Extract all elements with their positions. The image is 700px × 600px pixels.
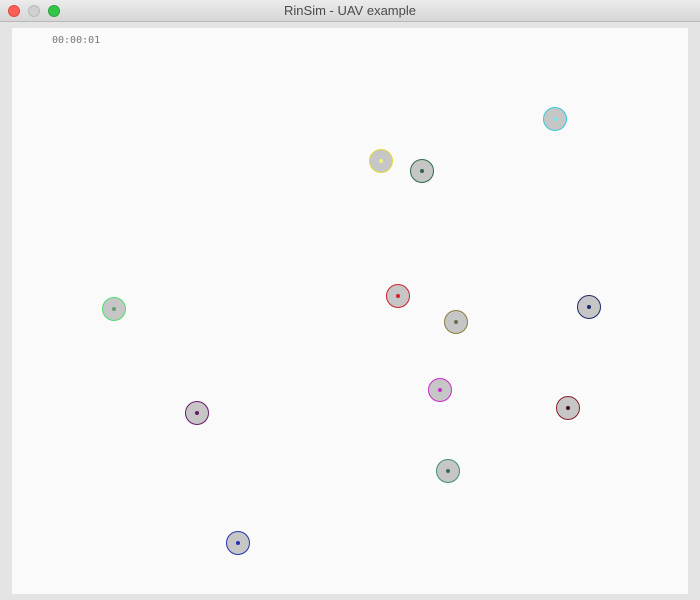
uav-marker[interactable] [556, 396, 580, 420]
uav-center-dot [112, 307, 116, 311]
uav-marker[interactable] [543, 107, 567, 131]
uav-marker[interactable] [410, 159, 434, 183]
uav-center-dot [379, 159, 383, 163]
uav-center-dot [396, 294, 400, 298]
uav-center-dot [446, 469, 450, 473]
window-title: RinSim - UAV example [284, 3, 416, 18]
uav-marker[interactable] [577, 295, 601, 319]
app-window: RinSim - UAV example 00:00:01 [0, 0, 700, 600]
uav-center-dot [587, 305, 591, 309]
uav-marker[interactable] [428, 378, 452, 402]
uav-marker[interactable] [369, 149, 393, 173]
uav-center-dot [195, 411, 199, 415]
uav-marker[interactable] [436, 459, 460, 483]
uav-marker[interactable] [185, 401, 209, 425]
uav-center-dot [438, 388, 442, 392]
simulation-canvas[interactable]: 00:00:01 [12, 28, 688, 594]
uav-center-dot [553, 117, 557, 121]
uav-marker[interactable] [226, 531, 250, 555]
uav-marker[interactable] [102, 297, 126, 321]
uav-marker[interactable] [386, 284, 410, 308]
uav-center-dot [454, 320, 458, 324]
uav-center-dot [420, 169, 424, 173]
uav-center-dot [566, 406, 570, 410]
simulation-clock: 00:00:01 [52, 35, 101, 46]
title-bar[interactable]: RinSim - UAV example [0, 0, 700, 22]
uav-marker[interactable] [444, 310, 468, 334]
uav-center-dot [236, 541, 240, 545]
